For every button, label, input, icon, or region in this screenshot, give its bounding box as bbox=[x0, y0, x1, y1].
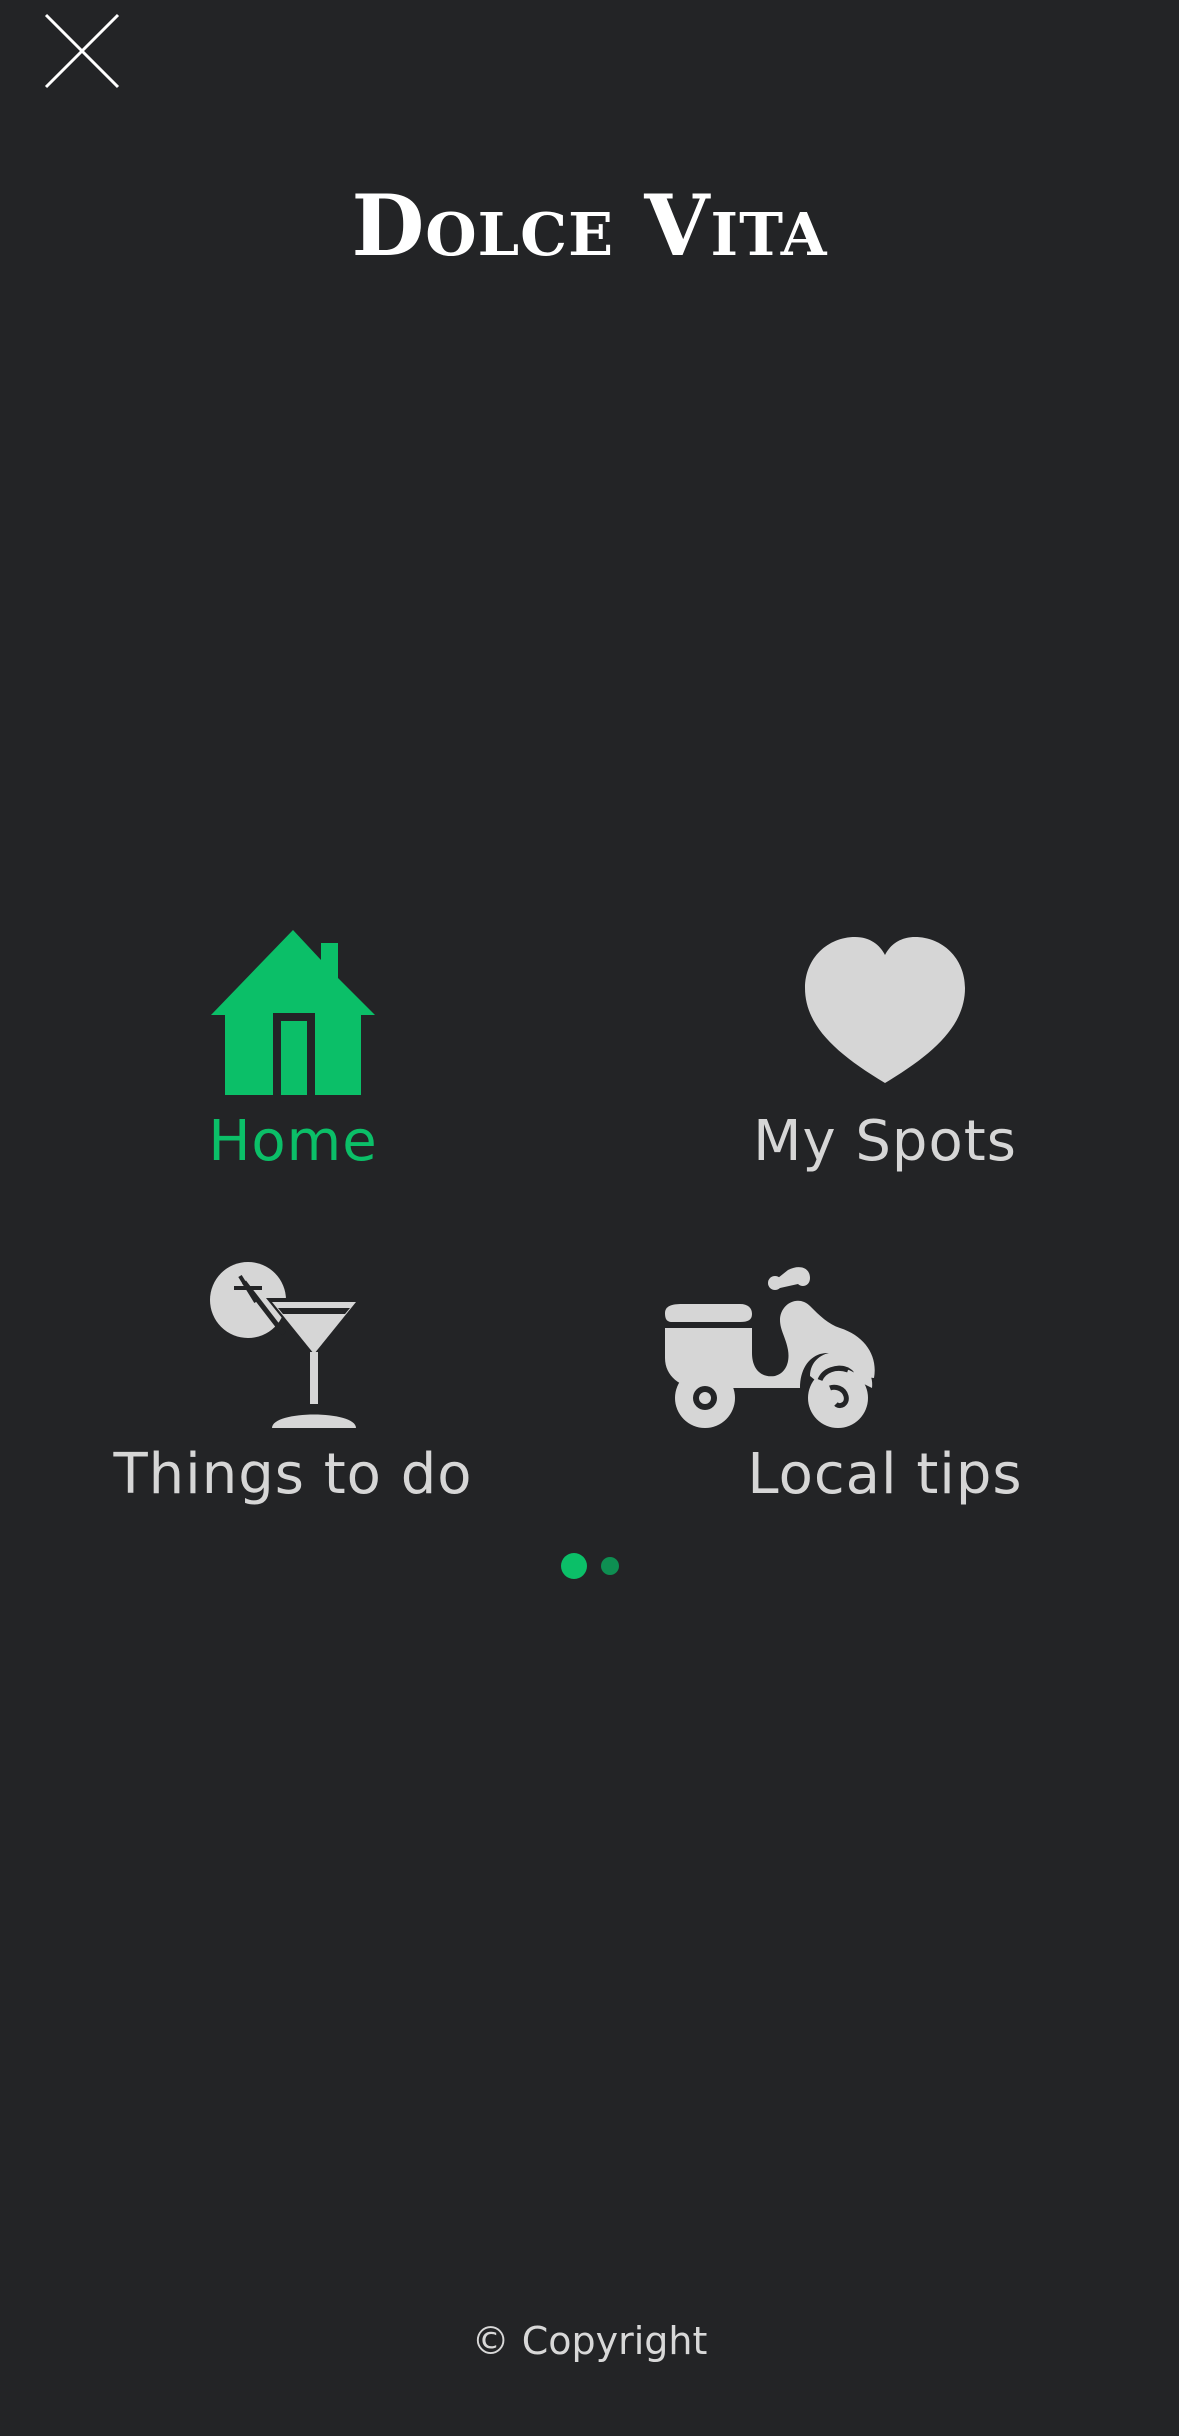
cocktail-icon bbox=[210, 1262, 362, 1428]
page-dot-1[interactable] bbox=[560, 1553, 587, 1579]
brand-title: Dolce Vita bbox=[351, 176, 828, 275]
menu-item-label: My Spots bbox=[753, 1109, 1017, 1174]
house-icon bbox=[211, 930, 375, 1095]
copyright-text: © Copyright bbox=[471, 2319, 708, 2363]
page-indicator bbox=[0, 1553, 1179, 1579]
scooter-icon bbox=[665, 1267, 875, 1428]
menu-item-label: Things to do bbox=[113, 1442, 473, 1507]
close-icon bbox=[44, 13, 120, 89]
menu-item-label: Home bbox=[208, 1109, 378, 1174]
heart-icon bbox=[805, 937, 965, 1083]
menu-item-label: Local tips bbox=[747, 1442, 1023, 1507]
close-button[interactable] bbox=[44, 13, 120, 89]
page-dot-2[interactable] bbox=[600, 1557, 619, 1575]
